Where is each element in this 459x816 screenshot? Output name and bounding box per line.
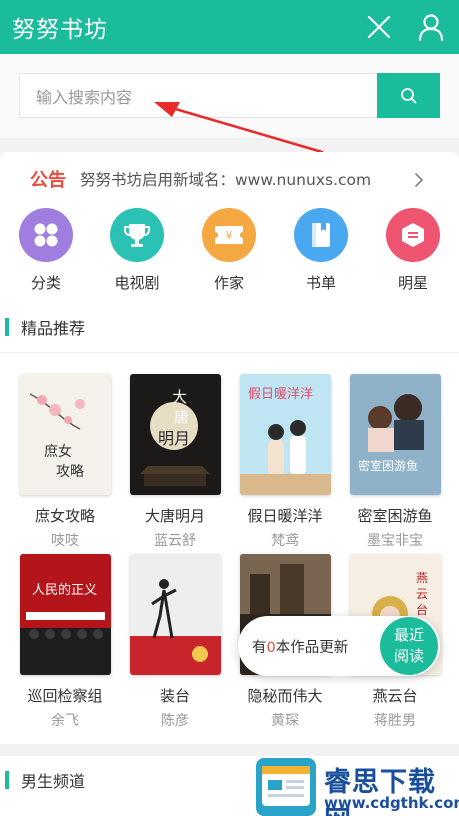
top-bar: 努努书坊 xyxy=(0,0,459,54)
book-author: 黄琛 xyxy=(271,713,299,729)
ticket-icon: ¥ xyxy=(202,208,256,262)
svg-text:攻略: 攻略 xyxy=(56,464,84,480)
book-title: 巡回检察组 xyxy=(27,687,103,705)
nav-tv-series[interactable]: 电视剧 xyxy=(102,208,172,293)
svg-text:¥: ¥ xyxy=(226,229,233,242)
search-icon xyxy=(400,87,416,103)
book-cover: 人民的正义 xyxy=(19,554,111,675)
book-cover: 密室困游鱼 xyxy=(349,374,441,495)
grid-icon xyxy=(19,208,73,262)
svg-text:人民的正义: 人民的正义 xyxy=(32,582,97,598)
book-item[interactable]: 装台 陈彦 xyxy=(120,554,230,730)
book-title: 密室困游鱼 xyxy=(357,507,433,525)
svg-text:明月: 明月 xyxy=(158,429,190,448)
book-item[interactable]: 庶女 攻略 庶女攻略 吱吱 xyxy=(10,374,120,550)
section-title: 男生频道 xyxy=(21,772,86,791)
update-text: 有0本作品更新 xyxy=(252,640,349,656)
nav-label: 明星 xyxy=(397,274,428,292)
svg-text:庶女: 庶女 xyxy=(44,443,72,460)
book-author: 蒋胜男 xyxy=(374,713,416,729)
nav-category[interactable]: 分类 xyxy=(11,208,81,293)
book-author: 陈彦 xyxy=(161,713,189,729)
book-title: 装台 xyxy=(159,687,190,705)
book-author: 梵鸢 xyxy=(271,533,299,549)
book-author: 蓝云舒 xyxy=(154,533,196,549)
svg-text:燕: 燕 xyxy=(416,571,428,585)
section-male[interactable]: 男生频道 xyxy=(0,768,85,792)
update-count: 0 xyxy=(266,640,276,656)
book-author: 墨宝非宝 xyxy=(367,533,423,549)
nav-label: 电视剧 xyxy=(114,274,160,292)
update-pill[interactable]: 有0本作品更新 最近 阅读 xyxy=(238,616,440,676)
book-author: 余飞 xyxy=(51,713,79,729)
book-item[interactable]: 人民的正义 巡回检察组 余飞 xyxy=(10,554,120,730)
svg-text:台: 台 xyxy=(416,602,428,617)
watermark-site: www.cdgthk.com xyxy=(324,794,459,812)
svg-text:密室困游鱼: 密室困游鱼 xyxy=(358,458,418,473)
section-bar xyxy=(5,318,9,336)
svg-text:唐: 唐 xyxy=(174,408,189,426)
book-author: 吱吱 xyxy=(51,533,79,549)
section-title: 精品推荐 xyxy=(21,319,86,338)
book-cover: 庶女 攻略 xyxy=(19,374,111,495)
user-icon[interactable] xyxy=(414,10,448,44)
book-item[interactable]: 密室困游鱼 密室困游鱼 墨宝非宝 xyxy=(340,374,450,550)
book-cover xyxy=(129,554,221,675)
book-item[interactable]: 假日暖洋洋 假日暖洋洋 梵鸢 xyxy=(230,374,340,550)
chevron-right-icon xyxy=(415,173,423,187)
book-title: 庶女攻略 xyxy=(34,507,95,525)
section-bar xyxy=(5,771,9,789)
svg-text:云: 云 xyxy=(416,587,428,601)
book-title: 假日暖洋洋 xyxy=(247,507,323,525)
recent-reading-button[interactable]: 最近 阅读 xyxy=(380,617,438,675)
book-cover: 大 唐 明月 xyxy=(129,374,221,495)
book-title: 燕云台 xyxy=(372,687,418,705)
app-title: 努努书坊 xyxy=(12,17,108,43)
book-item[interactable]: 大 唐 明月 大唐明月 蓝云舒 xyxy=(120,374,230,550)
notice-text: 努努书坊启用新域名：www.nunuxs.com xyxy=(80,171,372,189)
nav-label: 分类 xyxy=(30,274,61,292)
nav-label: 书单 xyxy=(305,274,336,292)
annotation-arrow-icon xyxy=(154,102,324,154)
star-card-icon xyxy=(386,208,440,262)
divider xyxy=(0,352,459,353)
nav-celebrity[interactable]: 明星 xyxy=(378,208,448,293)
watermark: 睿思下载网 www.cdgthk.com xyxy=(254,756,459,816)
category-nav: 分类 电视剧 ¥ 作家 书单 明星 xyxy=(0,208,459,298)
nav-writer[interactable]: ¥ 作家 xyxy=(194,208,264,293)
watermark-logo-icon xyxy=(256,758,316,816)
svg-text:大: 大 xyxy=(172,388,187,406)
book-title: 大唐明月 xyxy=(144,507,205,525)
section-featured: 精品推荐 xyxy=(0,315,85,339)
close-icon[interactable] xyxy=(362,10,396,44)
notice-tag: 公告 xyxy=(30,170,66,191)
notice-bar[interactable]: 公告 努努书坊启用新域名：www.nunuxs.com xyxy=(30,166,371,192)
trophy-icon xyxy=(110,208,164,262)
book-title: 隐秘而伟大 xyxy=(247,687,323,705)
search-button[interactable] xyxy=(377,73,440,118)
nav-label: 作家 xyxy=(213,274,244,292)
nav-booklist[interactable]: 书单 xyxy=(286,208,356,293)
svg-text:假日暖洋洋: 假日暖洋洋 xyxy=(248,387,313,402)
book-icon xyxy=(294,208,348,262)
book-cover: 假日暖洋洋 xyxy=(239,374,331,495)
